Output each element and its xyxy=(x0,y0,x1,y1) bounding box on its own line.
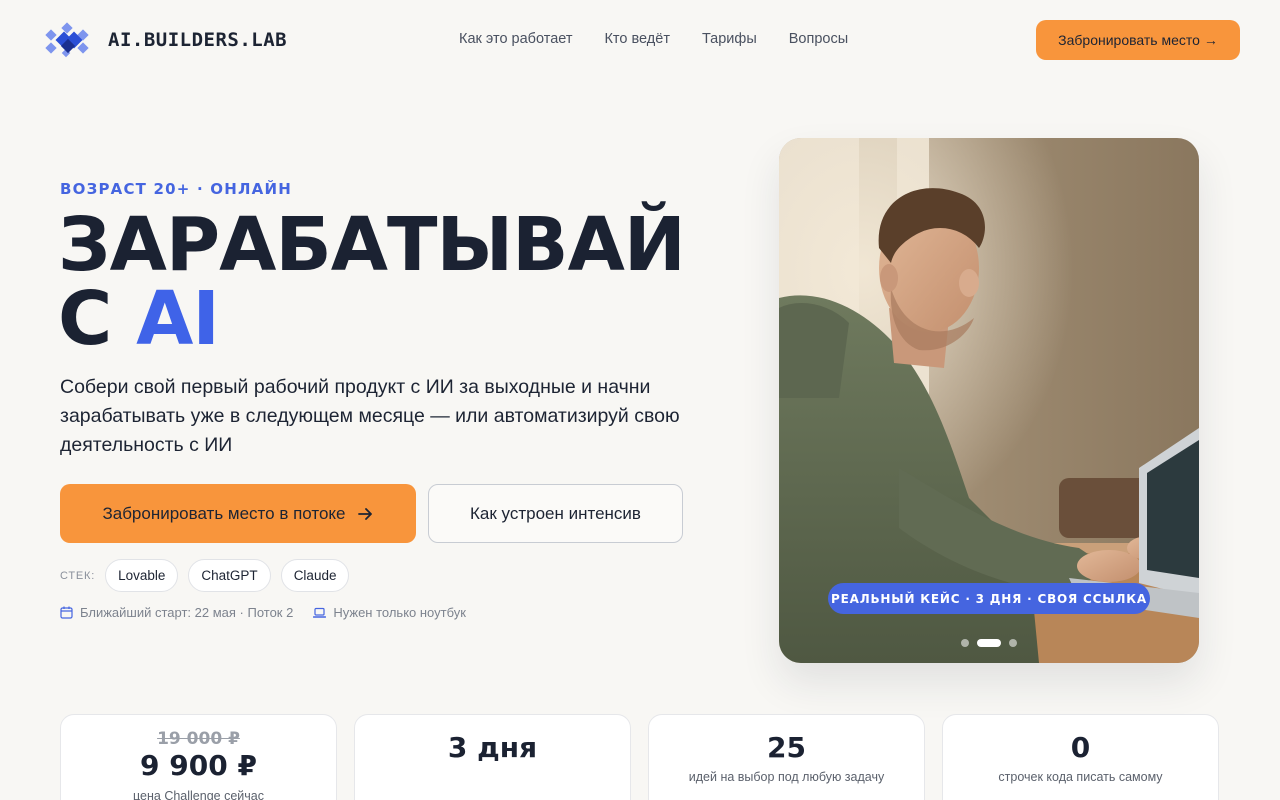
ideas-caption: идей на выбор под любую задачу xyxy=(688,770,885,784)
requirement-info: Нужен только ноутбук xyxy=(313,605,466,620)
code-lines-caption: строчек кода писать самому xyxy=(998,770,1163,784)
book-seat-button[interactable]: Забронировать место в потоке xyxy=(60,484,416,543)
hero-headline: ЗАРАБАТЫВАЙ С AI xyxy=(58,208,686,356)
code-lines-value: 0 xyxy=(1070,731,1091,764)
book-seat-button-label: Забронировать место в потоке xyxy=(102,503,346,523)
brand-name: AI.BUILDERS.LAB xyxy=(108,29,288,51)
headline-line-2-prefix: С xyxy=(58,276,112,362)
hero-meta: Ближайший старт: 22 мая · Поток 2 Нужен … xyxy=(60,605,466,620)
stack-chip-chatgpt[interactable]: ChatGPT xyxy=(188,559,271,592)
arrow-right-icon xyxy=(357,507,372,520)
nav-link-how-it-works[interactable]: Как это работает xyxy=(459,31,572,47)
logo[interactable]: AI.BUILDERS.LAB xyxy=(44,22,287,58)
ideas-value: 25 xyxy=(767,731,806,764)
logo-cubes-icon xyxy=(45,22,89,58)
laptop-icon xyxy=(313,607,327,618)
price-caption: цена Challenge сейчас xyxy=(133,789,264,800)
how-it-works-button[interactable]: Как устроен интенсив xyxy=(428,484,683,543)
nav-link-faq[interactable]: Вопросы xyxy=(789,31,848,47)
headline-line-2-accent: AI xyxy=(136,276,220,362)
stat-card-duration: 3 дня xyxy=(354,714,631,800)
tech-stack: СТЕК: Lovable ChatGPT Claude xyxy=(60,559,359,592)
hero-eyebrow: ВОЗРАСТ 20+ · ОНЛАЙН xyxy=(60,180,292,198)
stack-chip-claude[interactable]: Claude xyxy=(280,559,350,592)
carousel-dot-3[interactable] xyxy=(1009,639,1017,647)
calendar-icon xyxy=(60,606,73,619)
hero-subtitle: Собери свой первый рабочий продукт с ИИ … xyxy=(60,376,680,456)
stack-label: СТЕК: xyxy=(60,569,96,582)
real-case-badge: РЕАЛЬНЫЙ КЕЙС · 3 ДНЯ · СВОЯ ССЫЛКА xyxy=(828,583,1150,614)
duration-value: 3 дня xyxy=(447,731,538,764)
hero-photo-carousel[interactable]: РЕАЛЬНЫЙ КЕЙС · 3 ДНЯ · СВОЯ ССЫЛКА xyxy=(779,138,1199,663)
stat-card-ideas: 25 идей на выбор под любую задачу xyxy=(648,714,925,800)
stack-chip-lovable[interactable]: Lovable xyxy=(105,559,179,592)
stat-card-price: 19 000 ₽ 9 900 ₽ цена Challenge сейчас xyxy=(60,714,337,800)
top-nav: AI.BUILDERS.LAB Как это работает Кто вед… xyxy=(0,0,1280,80)
old-price: 19 000 ₽ xyxy=(157,729,240,749)
nav-link-hosts[interactable]: Кто ведёт xyxy=(604,31,669,47)
stat-card-code: 0 строчек кода писать самому xyxy=(942,714,1219,800)
carousel-dots xyxy=(961,639,1017,647)
nav-links: Как это работает Кто ведёт Тарифы Вопрос… xyxy=(459,31,848,47)
nav-link-pricing[interactable]: Тарифы xyxy=(702,31,757,47)
carousel-dot-2-active[interactable] xyxy=(977,639,1001,647)
nav-book-button[interactable]: Забронировать место → xyxy=(1036,20,1240,60)
next-start-info: Ближайший старт: 22 мая · Поток 2 xyxy=(60,605,293,620)
current-price: 9 900 ₽ xyxy=(140,749,257,782)
requirement-text: Нужен только ноутбук xyxy=(333,605,466,620)
carousel-dot-1[interactable] xyxy=(961,639,969,647)
next-start-text: Ближайший старт: 22 мая · Поток 2 xyxy=(80,605,294,620)
